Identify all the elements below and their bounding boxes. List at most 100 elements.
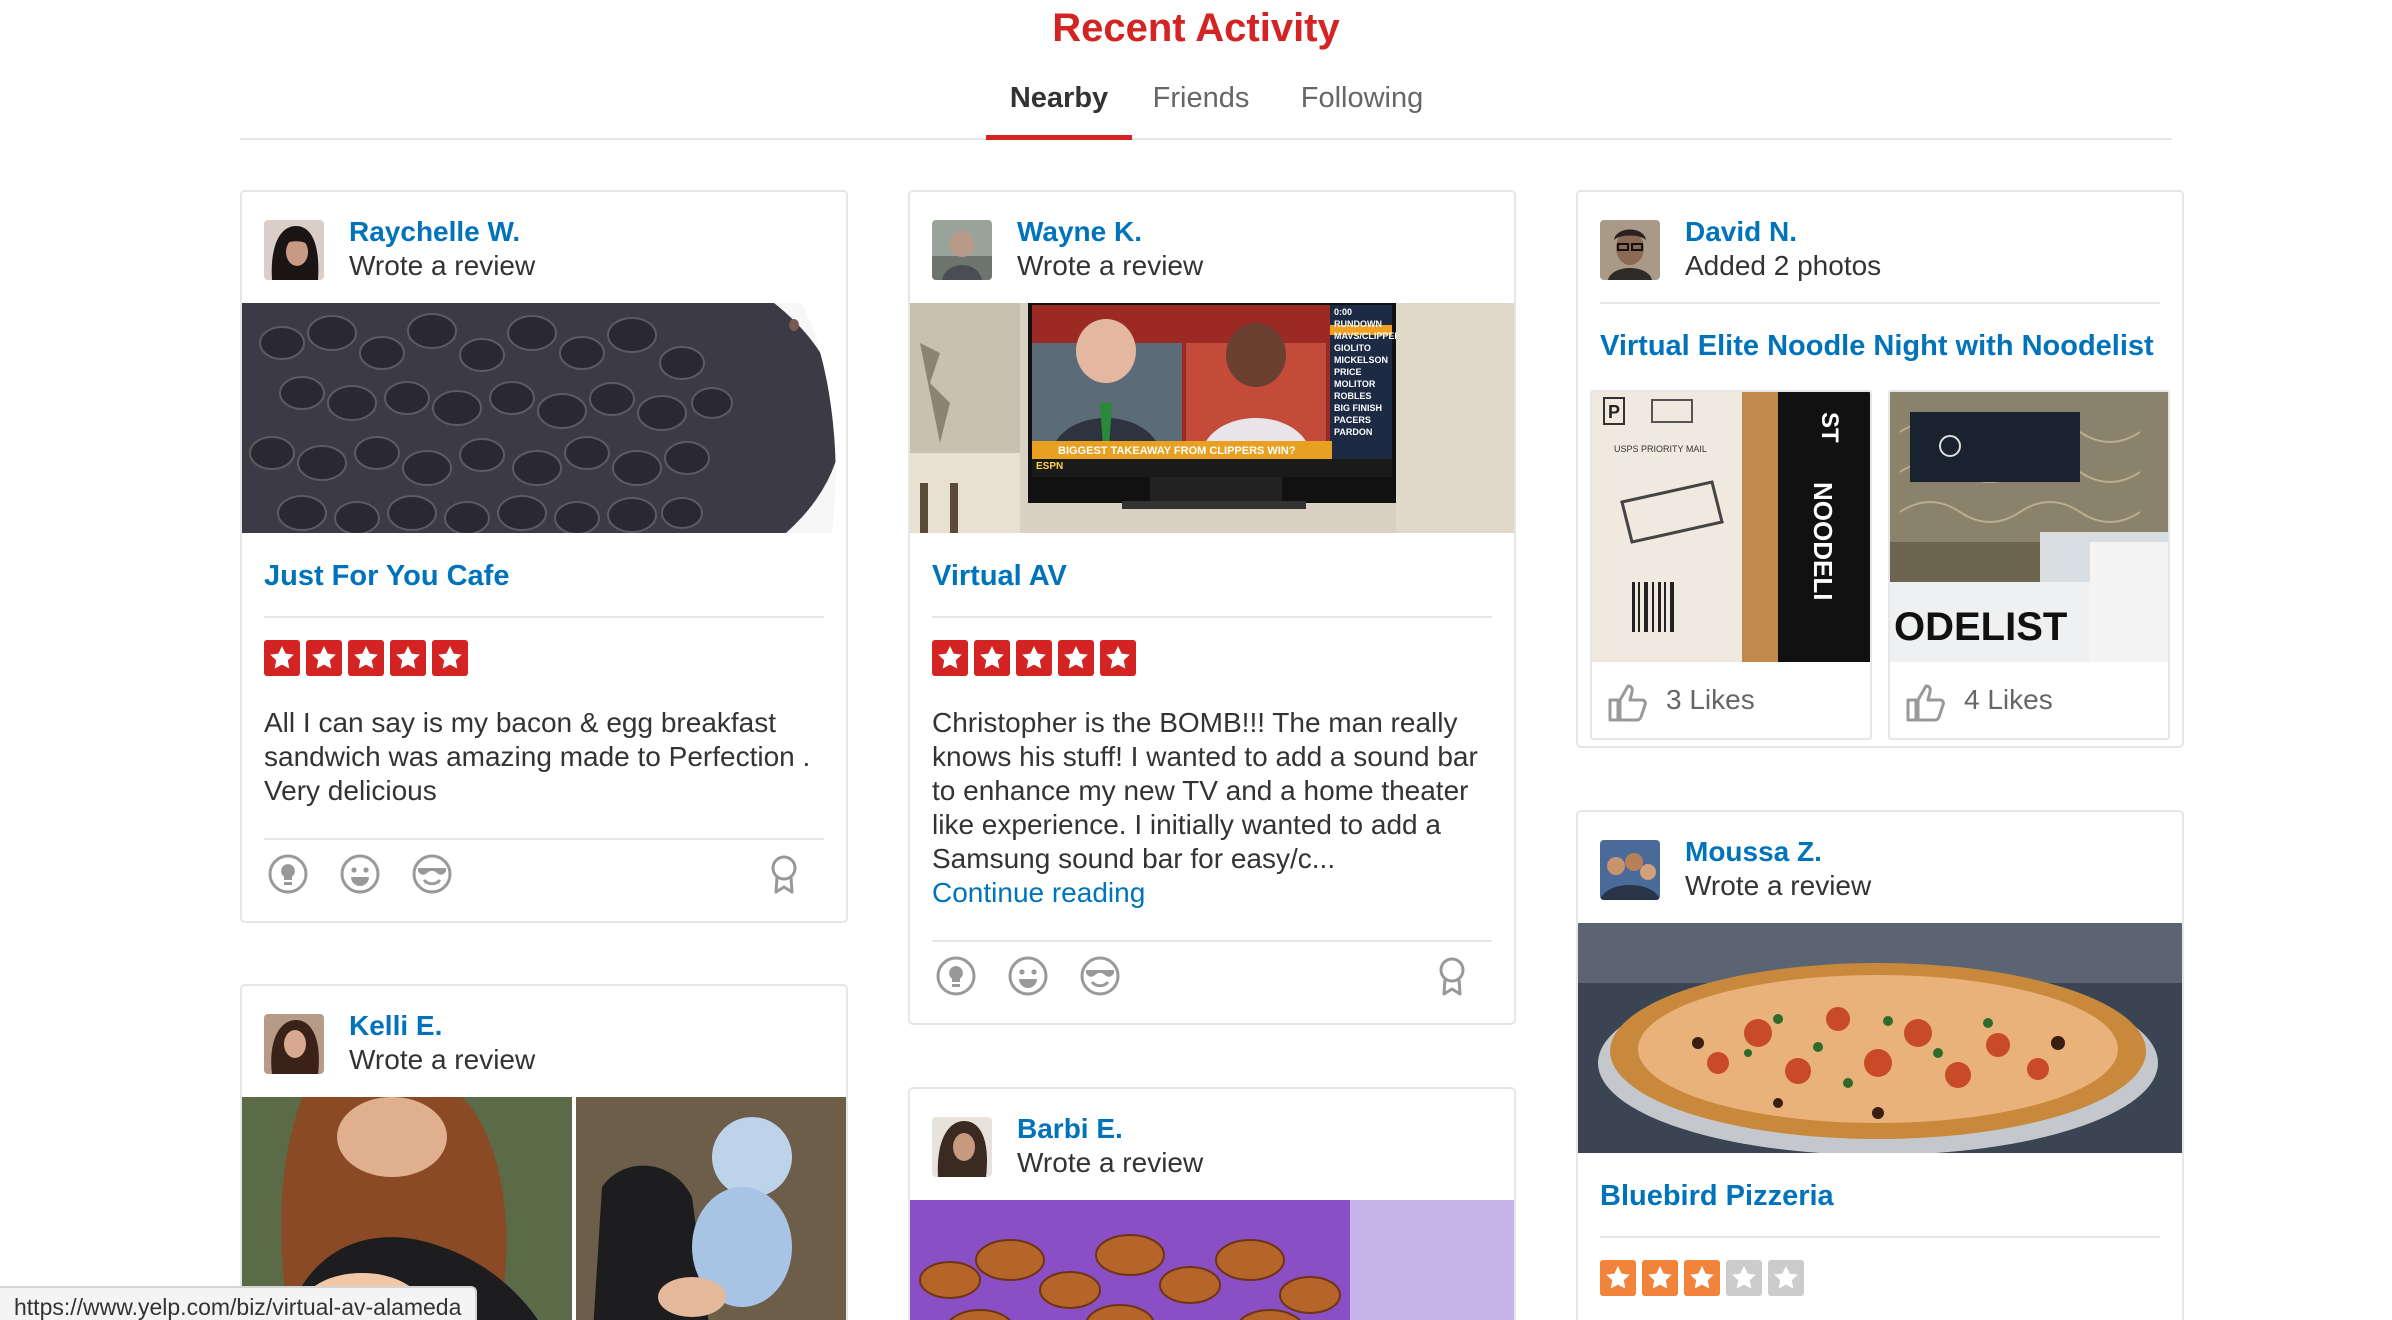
user-avatar[interactable] bbox=[264, 1014, 324, 1074]
star-icon bbox=[306, 640, 342, 676]
like-row: 3 Likes bbox=[1592, 660, 1870, 738]
award-icon[interactable] bbox=[1430, 954, 1478, 1002]
tv-rundown-item: ROBLES bbox=[1334, 391, 1372, 401]
photo-tile[interactable]: P USPS PRIORITY MAIL ST NOODELI 3 Likes bbox=[1590, 390, 1872, 740]
tv-rundown-item: PACERS bbox=[1334, 415, 1371, 425]
award-icon[interactable] bbox=[762, 852, 810, 900]
review-actions bbox=[264, 852, 824, 900]
tv-rundown-item: MOLITOR bbox=[1334, 379, 1376, 389]
bag-brand: ODELIST bbox=[1894, 605, 2067, 649]
funny-icon[interactable] bbox=[1006, 954, 1054, 1002]
star-icon bbox=[1684, 1260, 1720, 1296]
tv-logo: ESPN bbox=[1036, 461, 1063, 472]
divider bbox=[932, 616, 1492, 618]
review-photo[interactable]: ESPN BIGGEST TAKEAWAY FROM CLIPPERS WIN?… bbox=[910, 303, 1514, 533]
user-name[interactable]: Wayne K. bbox=[1017, 216, 1142, 248]
like-count: 4 Likes bbox=[1964, 684, 2053, 715]
noodle-box-photo: P USPS PRIORITY MAIL ST NOODELI bbox=[1592, 392, 1870, 662]
star-icon bbox=[974, 640, 1010, 676]
star-icon bbox=[1058, 640, 1094, 676]
like-row: 4 Likes bbox=[1890, 660, 2168, 738]
star-icon bbox=[1642, 1260, 1678, 1296]
funny-icon[interactable] bbox=[338, 852, 386, 900]
tv-rundown-item: MAVS/CLIPPERS bbox=[1334, 331, 1407, 341]
thumbs-up-icon[interactable] bbox=[1606, 680, 1650, 724]
review-text: Christopher is the BOMB!!! The man reall… bbox=[932, 706, 1484, 910]
activity-card-david: David N. Added 2 photos Virtual Elite No… bbox=[1576, 190, 2184, 748]
activity-card-barbi: Barbi E. Wrote a review bbox=[908, 1087, 1516, 1320]
box-brand: NOODELI bbox=[1808, 482, 1838, 600]
activity-card-raychelle: Raychelle W. Wrote a review Just For You… bbox=[240, 190, 848, 923]
tab-nearby[interactable]: Nearby bbox=[986, 82, 1132, 140]
star-icon bbox=[432, 640, 468, 676]
review-text: All I can say is my bacon & egg breakfas… bbox=[264, 707, 811, 806]
star-rating bbox=[932, 640, 1136, 676]
star-icon bbox=[1726, 1260, 1762, 1296]
star-rating bbox=[1600, 1260, 1804, 1296]
business-name[interactable]: Virtual AV bbox=[932, 560, 1067, 593]
review-body: Christopher is the BOMB!!! The man reall… bbox=[932, 707, 1478, 874]
tab-following[interactable]: Following bbox=[1290, 82, 1434, 140]
cool-icon[interactable] bbox=[410, 852, 458, 900]
tv-rundown-item: PARDON bbox=[1334, 427, 1372, 437]
user-name[interactable]: Barbi E. bbox=[1017, 1113, 1123, 1145]
star-rating bbox=[264, 640, 468, 676]
star-icon bbox=[348, 640, 384, 676]
user-name[interactable]: Kelli E. bbox=[349, 1010, 442, 1042]
star-icon bbox=[1016, 640, 1052, 676]
noodle-bag-photo: ODELIST bbox=[1890, 392, 2168, 662]
divider bbox=[1600, 302, 2160, 304]
review-photo[interactable] bbox=[1578, 923, 2182, 1153]
activity-action: Wrote a review bbox=[1685, 870, 1872, 901]
user-avatar[interactable] bbox=[1600, 840, 1660, 900]
tv-rundown-item: PRICE bbox=[1334, 367, 1362, 377]
star-icon bbox=[264, 640, 300, 676]
user-avatar[interactable] bbox=[932, 220, 992, 280]
like-count: 3 Likes bbox=[1666, 684, 1755, 715]
business-name[interactable]: Bluebird Pizzeria bbox=[1600, 1180, 1834, 1213]
page-title: Recent Activity bbox=[1052, 6, 1340, 50]
box-label: P bbox=[1608, 402, 1620, 422]
business-name[interactable]: Just For You Cafe bbox=[264, 560, 509, 593]
star-icon bbox=[932, 640, 968, 676]
cool-icon[interactable] bbox=[1078, 954, 1126, 1002]
status-bar-url: https://www.yelp.com/biz/virtual-av-alam… bbox=[0, 1286, 478, 1320]
tv-rundown-item: 0:00 bbox=[1334, 307, 1352, 317]
activity-action: Wrote a review bbox=[349, 250, 536, 281]
tv-rundown-item: MICKELSON bbox=[1334, 355, 1388, 365]
tv-caption: BIGGEST TAKEAWAY FROM CLIPPERS WIN? bbox=[1058, 445, 1296, 457]
tv-rundown-item: GIOLITO bbox=[1334, 343, 1371, 353]
star-icon bbox=[1768, 1260, 1804, 1296]
business-name[interactable]: Virtual Elite Noodle Night with Noodelis… bbox=[1600, 330, 2154, 363]
thumbs-up-icon[interactable] bbox=[1904, 680, 1948, 724]
activity-card-moussa: Moussa Z. Wrote a review Bluebird Pizzer… bbox=[1576, 810, 2184, 1320]
star-icon bbox=[1600, 1260, 1636, 1296]
review-actions bbox=[932, 954, 1492, 1002]
useful-icon[interactable] bbox=[934, 954, 982, 1002]
tv-rundown-item: BIG FINISH bbox=[1334, 403, 1382, 413]
user-name[interactable]: David N. bbox=[1685, 216, 1797, 248]
divider bbox=[932, 940, 1492, 942]
divider bbox=[264, 616, 824, 618]
activity-tabs: Nearby Friends Following bbox=[240, 68, 2172, 140]
divider bbox=[264, 838, 824, 840]
user-avatar[interactable] bbox=[264, 220, 324, 280]
useful-icon[interactable] bbox=[266, 852, 314, 900]
activity-action: Wrote a review bbox=[349, 1044, 536, 1075]
user-name[interactable]: Moussa Z. bbox=[1685, 836, 1822, 868]
review-photo[interactable] bbox=[242, 303, 846, 533]
activity-action: Wrote a review bbox=[1017, 250, 1204, 281]
divider bbox=[1600, 1236, 2160, 1238]
star-icon bbox=[1100, 640, 1136, 676]
activity-card-kelli: Kelli E. Wrote a review bbox=[240, 984, 848, 1320]
user-name[interactable]: Raychelle W. bbox=[349, 216, 520, 248]
user-avatar[interactable] bbox=[1600, 220, 1660, 280]
user-avatar[interactable] bbox=[932, 1117, 992, 1177]
tab-friends[interactable]: Friends bbox=[1146, 82, 1256, 140]
review-photo[interactable] bbox=[910, 1200, 1514, 1320]
box-brand-small: ST bbox=[1816, 412, 1843, 443]
star-icon bbox=[390, 640, 426, 676]
photo-tile[interactable]: ODELIST 4 Likes bbox=[1888, 390, 2170, 740]
activity-card-wayne: Wayne K. Wrote a review ESPN BIGGEST TAK… bbox=[908, 190, 1516, 1025]
continue-reading-link[interactable]: Continue reading bbox=[932, 877, 1145, 908]
